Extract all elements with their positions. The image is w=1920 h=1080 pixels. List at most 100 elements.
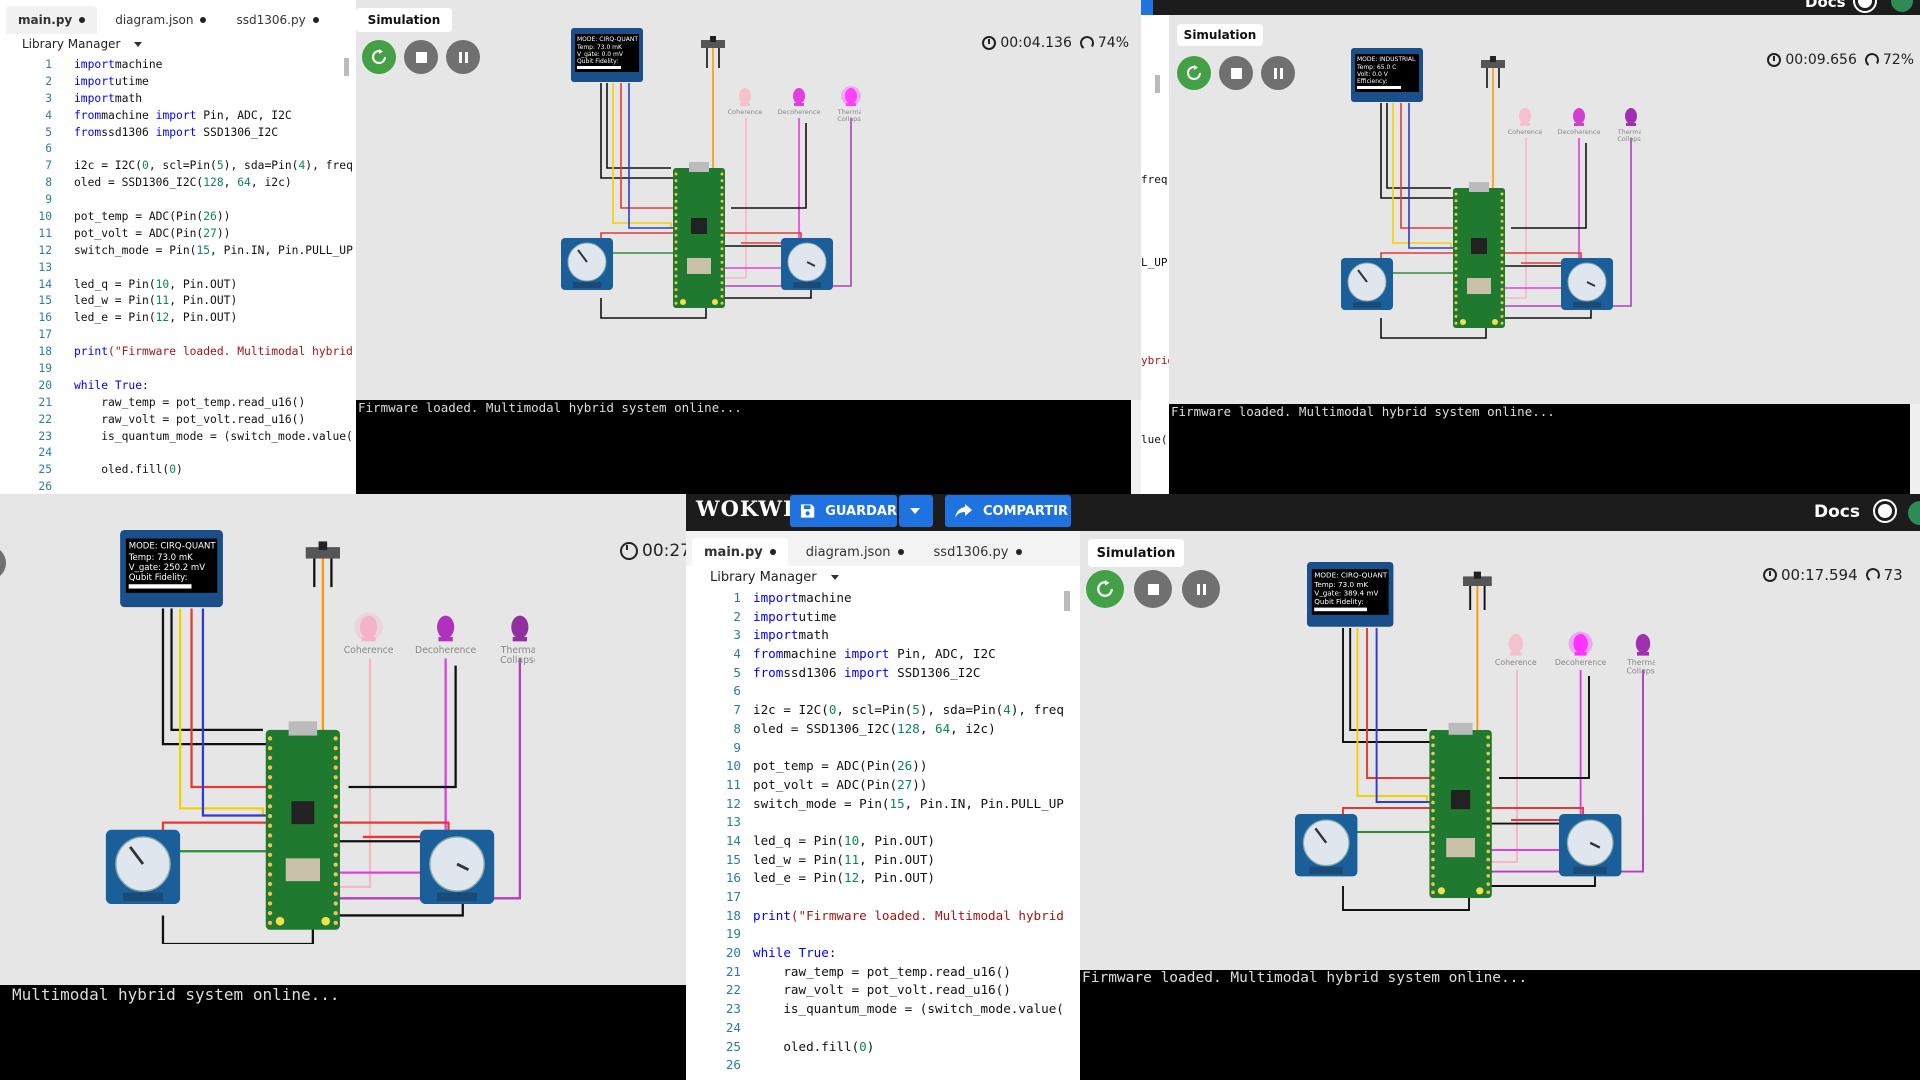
save-button[interactable]: GUARDAR [790, 495, 897, 527]
circuit-diagram[interactable]: MODE: INDUSTRIALTemp: 65.0 CVolt: 0.0 VE… [1341, 48, 1641, 378]
wire [731, 123, 807, 209]
circuit-diagram[interactable]: MODE: CIRQ-QUANTTemp: 73.0 mKV_gate: 389… [1295, 561, 1655, 911]
docs-link[interactable]: Docs [1814, 502, 1860, 522]
serial-monitor[interactable]: Multimodal hybrid system online... [0, 985, 686, 1080]
code-area[interactable]: 1 importmachine 2 importutime 3 importmath 4 fr… [0, 57, 356, 494]
theme-toggle-icon[interactable] [1878, 504, 1892, 518]
pin [267, 794, 273, 799]
pin [1431, 808, 1435, 813]
pause-simulation-button[interactable] [446, 40, 480, 74]
line-number: 17 [38, 328, 52, 342]
pin [267, 745, 273, 751]
code-text: oled.fill(0) [74, 463, 183, 477]
simulation-speed: 73 [1883, 566, 1903, 584]
tab-ssd1306-py[interactable]: ssd1306.py [922, 538, 1034, 566]
editor-tabs: main.py diagram.json ssd1306.py [0, 0, 356, 34]
line-number: 11 [38, 226, 52, 240]
wokwi-logo[interactable]: WOKWI [696, 496, 794, 521]
restart-simulation-button[interactable] [1086, 570, 1124, 608]
line-number: 16 [38, 311, 52, 325]
library-manager-dropdown[interactable]: Library Manager [710, 570, 839, 585]
restart-simulation-button[interactable] [362, 40, 396, 74]
save-options-dropdown[interactable] [899, 495, 933, 527]
editor-scrollbar[interactable] [1155, 75, 1160, 93]
led-rim [438, 637, 453, 642]
circuit-diagram[interactable]: MODE: CIRQ-QUANTTemp: 73.0 mKV_gate: 0.0… [561, 28, 861, 358]
usb-port [689, 162, 709, 172]
library-manager-dropdown[interactable]: Library Manager [22, 37, 143, 51]
pin [1454, 219, 1458, 223]
restart-simulation-button-partial[interactable] [0, 546, 6, 580]
serial-monitor[interactable]: Firmware loaded. Multimodal hybrid syste… [356, 400, 1131, 494]
pin [720, 192, 724, 196]
code-line: 4 frommachine import Pin, ADC, I2C [0, 108, 356, 125]
pin [333, 833, 338, 838]
pin [720, 281, 724, 285]
led-label: Decoherence [1555, 658, 1607, 667]
potentiometer-0 [1295, 814, 1358, 877]
led-bulb [511, 615, 529, 639]
stop-simulation-button[interactable] [404, 40, 438, 74]
share-button[interactable]: COMPARTIR [945, 495, 1071, 527]
pot-pins [1309, 866, 1343, 874]
led-rim [1574, 123, 1584, 126]
led-bulb [793, 88, 805, 104]
simulation-area: Simulation 00:17.594 73 MODE: CIRQ-QUANT T… [1080, 531, 1920, 970]
app-topbar: Docs [1141, 0, 1920, 15]
user-avatar[interactable] [1908, 501, 1920, 525]
line-number: 10 [725, 758, 741, 774]
led-2: ThermalCollapse [1626, 634, 1655, 676]
pot-pins [1353, 302, 1381, 308]
stop-simulation-button[interactable] [1219, 56, 1253, 90]
pin [1500, 192, 1504, 196]
tab-main-py[interactable]: main.py [6, 6, 98, 34]
tab-diagram-json[interactable]: diagram.json [794, 538, 916, 566]
restart-simulation-button[interactable] [1177, 56, 1211, 90]
serial-output: Firmware loaded. Multimodal hybrid syste… [1171, 404, 1555, 419]
code-area[interactable]: 1 importmachine 2 importutime 3 importmath 4 fr… [686, 589, 1080, 1075]
tab-main-py[interactable]: main.py [692, 538, 788, 566]
code-text: led_e = Pin(12, Pin.OUT) [74, 311, 238, 325]
code-line: 21 raw_temp = pot_temp.read_u16() [686, 963, 1080, 982]
oled-progress-bar [1314, 607, 1367, 612]
oled-text-oled_l3: Qubit Fidelity: [577, 58, 618, 65]
code-text: is_quantum_mode = (switch_mode.value( [74, 429, 353, 443]
console-scrollbar[interactable] [1131, 400, 1141, 494]
pause-simulation-button[interactable] [1261, 56, 1295, 90]
simulation-timer: 00:17.594 73 [1763, 566, 1903, 584]
serial-monitor[interactable]: Firmware loaded. Multimodal hybrid syste… [1080, 970, 1920, 1080]
pin [267, 823, 273, 828]
pause-simulation-button[interactable] [1182, 570, 1220, 608]
tab-diagram-json[interactable]: diagram.json [103, 6, 218, 34]
simulation-tab[interactable]: Simulation [356, 8, 452, 32]
user-avatar[interactable] [1891, 0, 1913, 12]
code-text: frommachine import Pin, ADC, I2C [753, 646, 996, 662]
led-bulb [359, 615, 378, 639]
tab-ssd1306-py[interactable]: ssd1306.py [224, 6, 330, 34]
stop-simulation-button[interactable] [1134, 570, 1172, 608]
serial-monitor[interactable]: Firmware loaded. Multimodal hybrid syste… [1169, 404, 1910, 494]
pin [1454, 192, 1458, 196]
code-line: 6 [686, 682, 1080, 701]
docs-link[interactable]: Docs [1805, 0, 1846, 11]
pin [674, 301, 678, 305]
led-rim [1509, 652, 1522, 656]
editor-scrollbar[interactable] [1064, 591, 1070, 611]
simulation-tab[interactable]: Simulation [1177, 24, 1263, 46]
tab-label: diagram.json [805, 544, 891, 560]
potentiometer-0 [561, 238, 613, 290]
pin [1431, 776, 1435, 780]
simulation-timer: 00:04.136 74% [982, 34, 1129, 52]
led-bulb [845, 88, 857, 104]
theme-toggle-icon[interactable] [1858, 0, 1872, 8]
pin [674, 288, 678, 292]
led-0: Coherence [344, 612, 394, 656]
led-2: ThermalCollapse [1617, 108, 1641, 143]
pin [267, 852, 273, 858]
editor-scrollbar[interactable] [344, 58, 349, 76]
console-scrollbar[interactable] [1910, 404, 1920, 494]
potentiometer-0 [105, 829, 181, 905]
circuit-diagram[interactable]: MODE: CIRQ-QUANTTemp: 73.0 mKV_gate: 250… [105, 530, 535, 944]
save-label: GUARDAR [825, 503, 897, 519]
simulation-tab[interactable]: Simulation [1088, 539, 1184, 567]
